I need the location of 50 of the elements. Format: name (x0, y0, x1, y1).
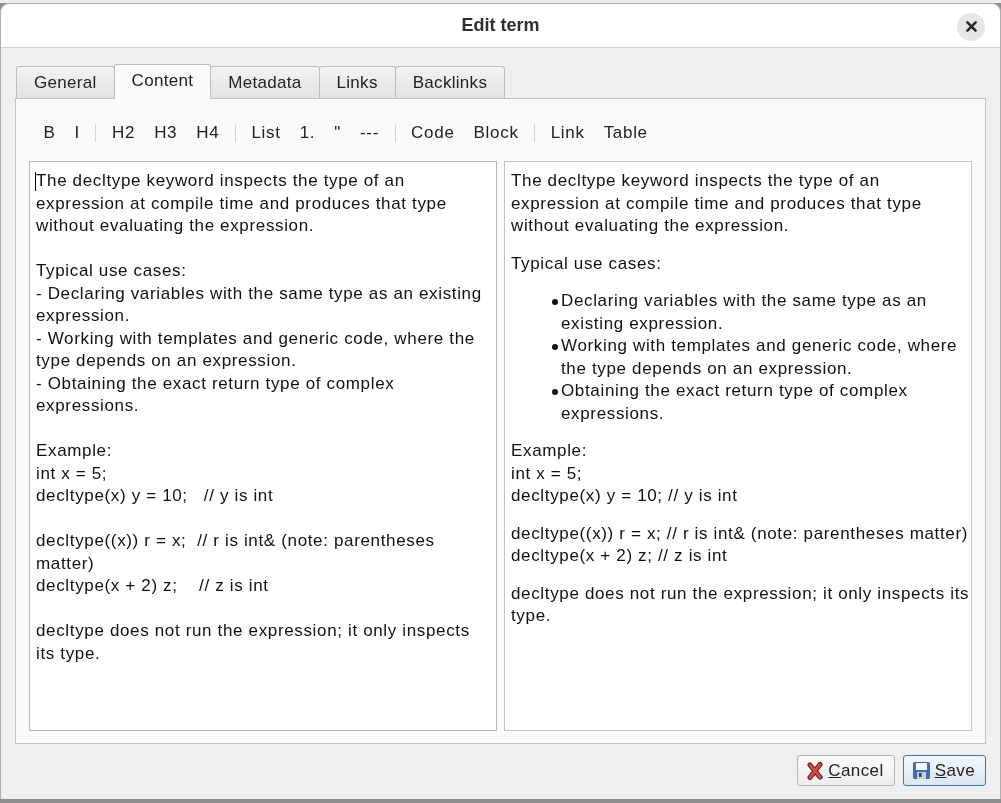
editor-line: decltype((x)) r = x; // r is int& (note: parentheses matter) (36, 530, 436, 575)
editor-line: decltype(x) y = 10; // y is int (36, 485, 275, 507)
tab[interactable]: Backlinks (394, 66, 506, 98)
editor-line: decltype does not run the expression; it only inspects its type. (36, 620, 471, 665)
toolbar-button[interactable]: Block (464, 117, 529, 149)
toolbar-button[interactable]: Link (541, 117, 595, 149)
close-icon (965, 21, 977, 32)
tab[interactable]: General (16, 66, 115, 98)
tab[interactable]: Content (113, 64, 212, 99)
toolbar-button[interactable]: H3 (144, 117, 187, 149)
save-button[interactable]: Save (902, 755, 986, 786)
preview-text: decltype(x) y = 10; // y is int (511, 485, 739, 507)
editor-line: Example: (36, 440, 114, 462)
editor-line: decltype(x + 2) z; // z is int (36, 575, 270, 597)
editor-line: - Obtaining the exact return type of complex expressions. (36, 372, 396, 417)
list-item: Working with templates and generic code, where the type depends on an expression. (561, 335, 959, 380)
bullet-icon (552, 344, 558, 350)
toolbar-button[interactable]: B (34, 117, 66, 149)
editor-line: Typical use cases: (36, 260, 188, 282)
preview-text: decltype((x)) r = x; // r is int& (note: parentheses matter) (511, 522, 970, 545)
bullet-icon (552, 299, 558, 305)
tab[interactable]: Metadata (210, 66, 320, 98)
preview-text: Example: (511, 440, 589, 462)
list-item: Obtaining the exact return type of complex expressions. (561, 380, 909, 425)
preview-text: int x = 5; (511, 462, 584, 485)
toolbar-button[interactable]: Code (401, 117, 465, 149)
cross-icon (807, 761, 824, 780)
preview-text: The decltype keyword inspects the type of an expression at compile time and produces that type without evaluating the expression. (511, 170, 923, 237)
editor-line: - Working with templates and generic code, where the type depends on an expression. (36, 327, 476, 372)
dialog-title: Edit term (461, 15, 540, 36)
toolbar-button[interactable]: " (324, 117, 351, 149)
list-item: Declaring variables with the same type as an existing expression. (561, 290, 928, 335)
toolbar-button[interactable]: I (65, 117, 90, 149)
toolbar-button[interactable]: Table (594, 117, 658, 149)
preview-text: decltype(x + 2) z; // z is int (511, 545, 729, 567)
bullet-icon (552, 389, 558, 395)
toolbar-button[interactable]: H2 (102, 117, 145, 149)
toolbar-button[interactable]: H4 (186, 117, 229, 149)
preview-text: Typical use cases: (511, 252, 663, 275)
cancel-button[interactable]: Cancel (797, 755, 895, 786)
toolbar-button[interactable]: --- (350, 117, 389, 149)
toolbar-button[interactable]: List (241, 117, 291, 149)
editor-line: - Declaring variables with the same type as an existing expression. (36, 282, 483, 327)
preview-text: decltype does not run the expression; it only inspects its type. (511, 582, 970, 627)
markdown-editor[interactable] (29, 161, 497, 731)
close-button[interactable] (957, 12, 985, 41)
editor-line: int x = 5; (36, 462, 109, 485)
editor-line: The decltype keyword inspects the type of an expression at compile time and produces that type without evaluating the expression. (36, 170, 448, 237)
tab[interactable]: Links (318, 66, 396, 98)
toolbar-button[interactable]: 1. (290, 117, 325, 149)
